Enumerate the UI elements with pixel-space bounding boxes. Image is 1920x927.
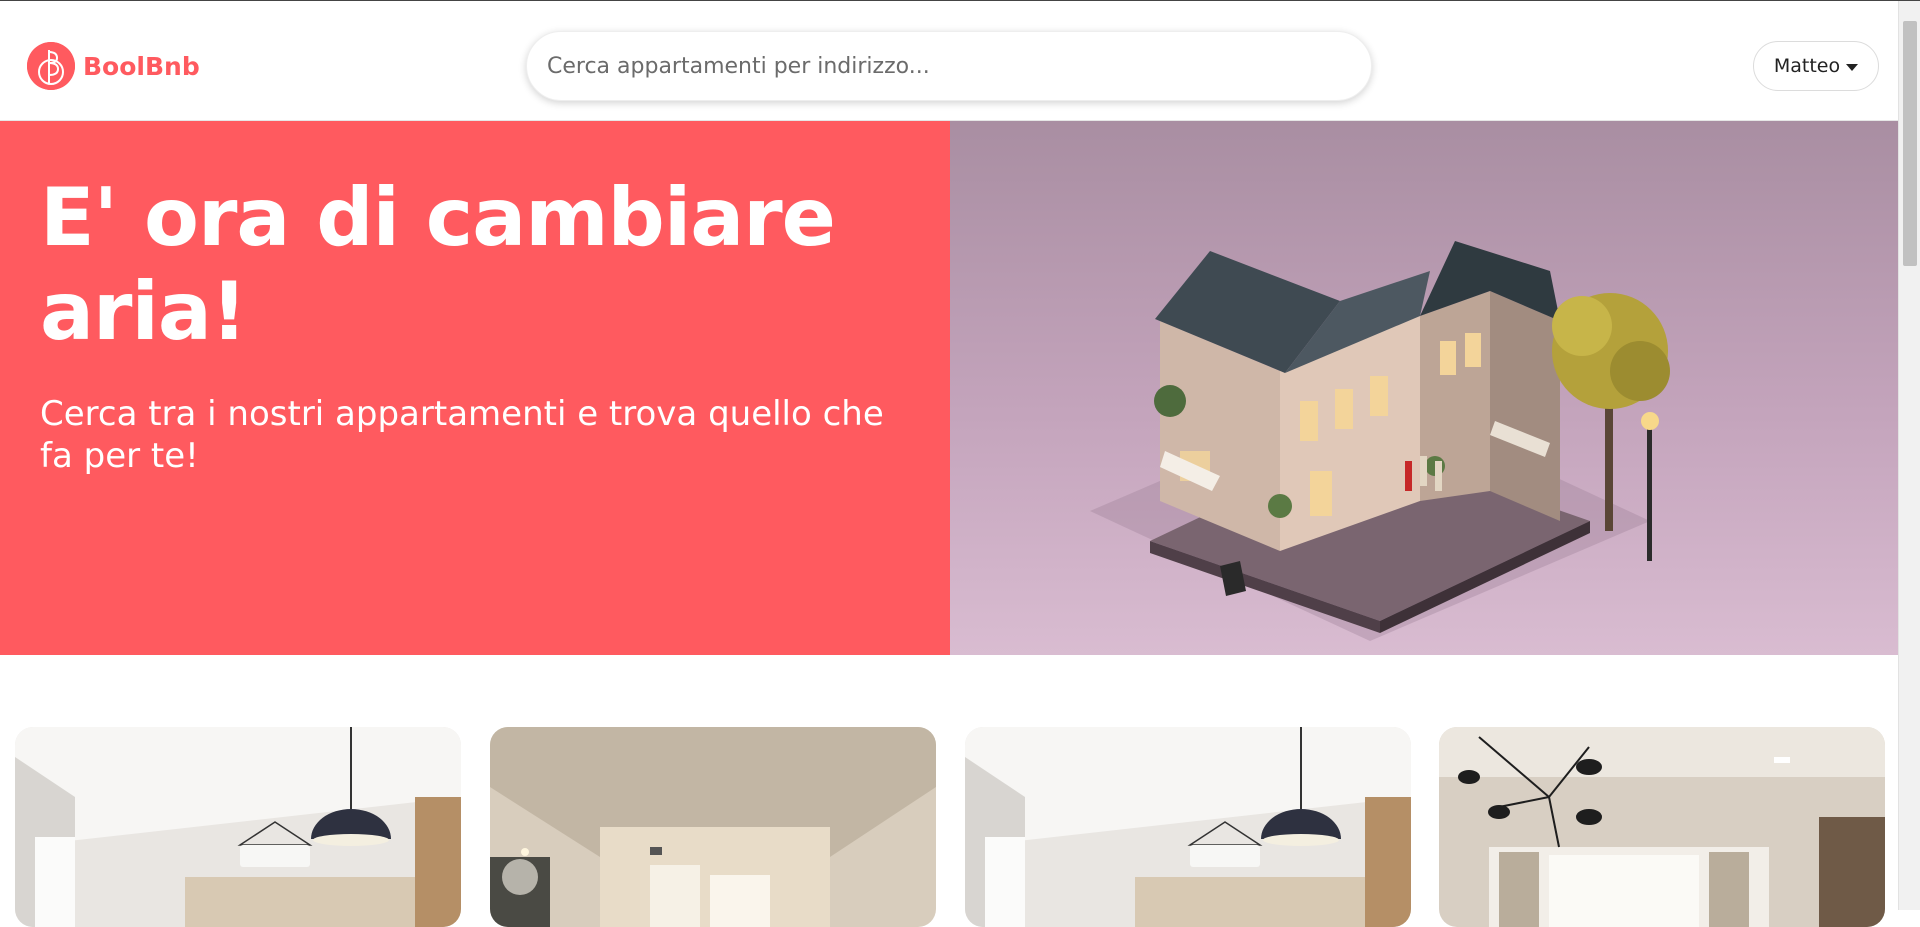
search-input[interactable] xyxy=(527,32,1371,100)
search-bar xyxy=(526,31,1372,101)
apartment-card[interactable] xyxy=(15,727,461,927)
apartment-photo-3 xyxy=(965,727,1411,927)
hero-title: E' ora di cambiare aria! xyxy=(40,171,836,358)
apartments-grid xyxy=(15,727,1885,927)
apartment-card[interactable] xyxy=(490,727,936,927)
boolbnb-logo-icon xyxy=(27,42,75,90)
brand-name: BoolBnb xyxy=(83,51,200,81)
hero-section: E' ora di cambiare aria! Cerca tra i nos… xyxy=(0,121,1898,655)
brand-link[interactable]: BoolBnb xyxy=(27,42,200,90)
hero-subtitle: Cerca tra i nostri appartamenti e trova … xyxy=(40,394,884,476)
hero-text-panel: E' ora di cambiare aria! Cerca tra i nos… xyxy=(0,121,950,655)
user-name: Matteo xyxy=(1773,55,1841,77)
hero-illustration xyxy=(950,121,1898,655)
scrollbar-thumb[interactable] xyxy=(1903,21,1917,266)
caret-down-icon xyxy=(1846,63,1859,71)
apartment-card[interactable] xyxy=(965,727,1411,927)
apartment-photo-4 xyxy=(1439,727,1885,927)
navbar: BoolBnb Matteo xyxy=(0,1,1898,121)
apartment-card[interactable] xyxy=(1439,727,1885,927)
apartment-photo-2 xyxy=(490,727,936,927)
apartment-photo-1 xyxy=(15,727,461,927)
user-menu-button[interactable]: Matteo xyxy=(1753,41,1879,91)
page-scrollbar[interactable] xyxy=(1898,1,1920,910)
